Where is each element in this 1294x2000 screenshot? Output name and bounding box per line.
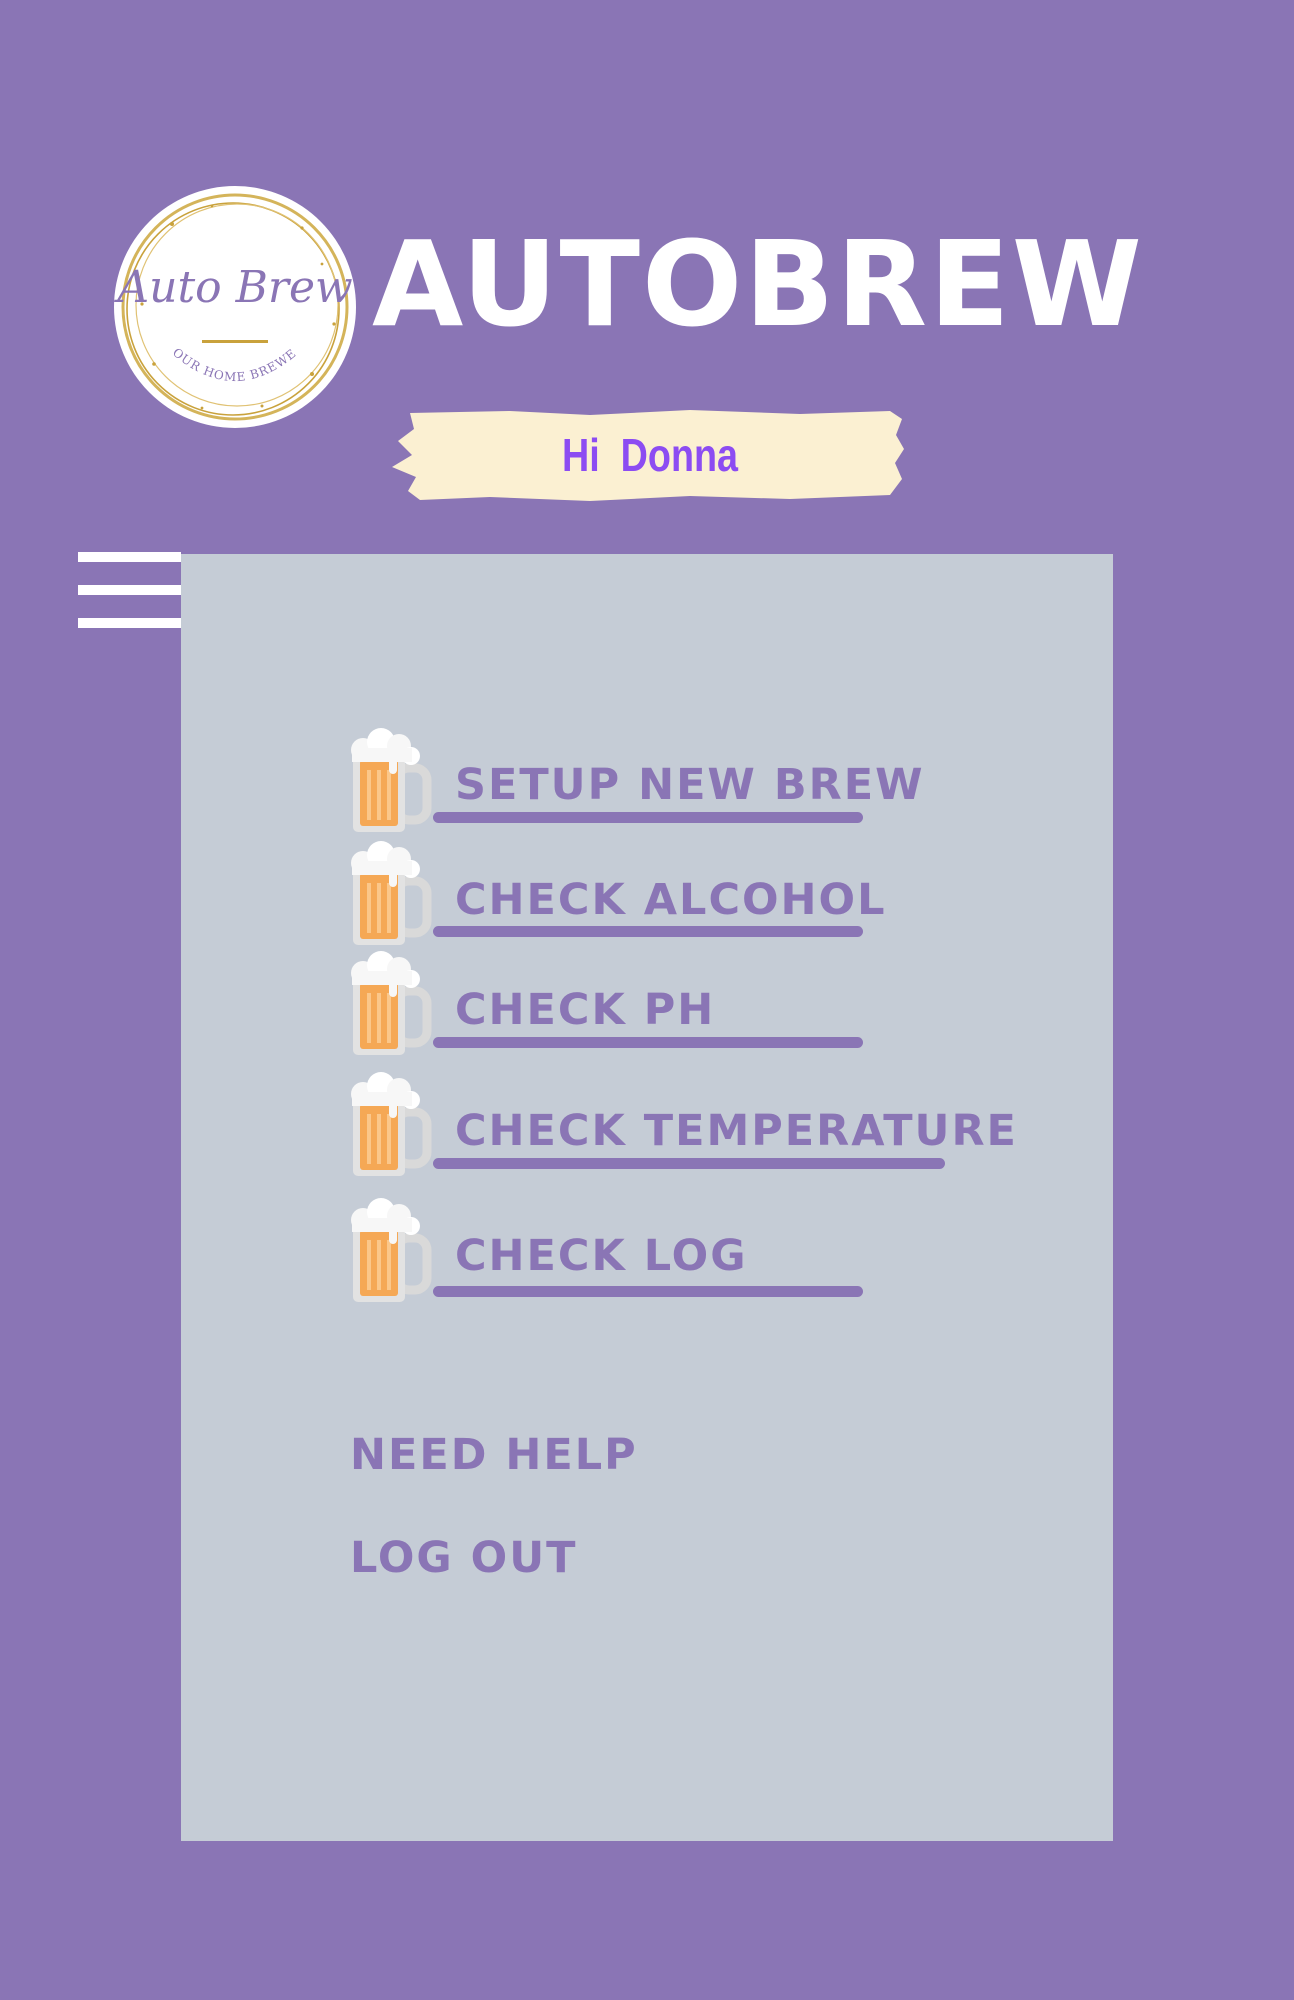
beer-mug-icon (351, 951, 432, 1055)
menu-label: CHECK ALCOHOL (455, 875, 887, 925)
menu-label: CHECK LOG (455, 1231, 748, 1281)
autobrew-logo: Auto Brew YOUR HOME BREWER (107, 173, 358, 430)
beer-mug-icon (351, 1072, 432, 1176)
greeting-banner: Hi Donna (390, 405, 910, 505)
menu-item-check-log[interactable]: CHECK LOG (349, 1198, 869, 1308)
hamburger-menu-icon[interactable] (78, 552, 181, 628)
greeting-text: Hi Donna (561, 429, 739, 481)
menu-underline (433, 1286, 863, 1297)
menu-item-setup-new-brew[interactable]: SETUP NEW BREW (349, 728, 923, 838)
logo-script-text: Auto Brew (113, 262, 352, 313)
menu-underline (433, 926, 863, 937)
beer-mug-icon (351, 841, 432, 945)
menu-label: CHECK TEMPERATURE (455, 1106, 1018, 1156)
beer-mug-icon (351, 728, 432, 832)
menu-item-check-alcohol[interactable]: CHECK ALCOHOL (349, 841, 885, 951)
menu-underline (433, 812, 863, 823)
menu-underline (433, 1158, 945, 1169)
log-out-link[interactable]: LOG OUT (350, 1537, 578, 1580)
app-title: AUTOBREW (372, 215, 1144, 353)
menu-label: SETUP NEW BREW (455, 760, 925, 810)
menu-label: CHECK PH (455, 985, 716, 1035)
logo-badge-icon: Auto Brew YOUR HOME BREWER (107, 173, 356, 428)
need-help-link[interactable]: NEED HELP (350, 1434, 638, 1477)
beer-mug-icon (351, 1198, 432, 1302)
menu-item-check-temperature[interactable]: CHECK TEMPERATURE (349, 1072, 1016, 1182)
menu-item-check-ph[interactable]: CHECK PH (349, 951, 869, 1061)
menu-underline (433, 1037, 863, 1048)
